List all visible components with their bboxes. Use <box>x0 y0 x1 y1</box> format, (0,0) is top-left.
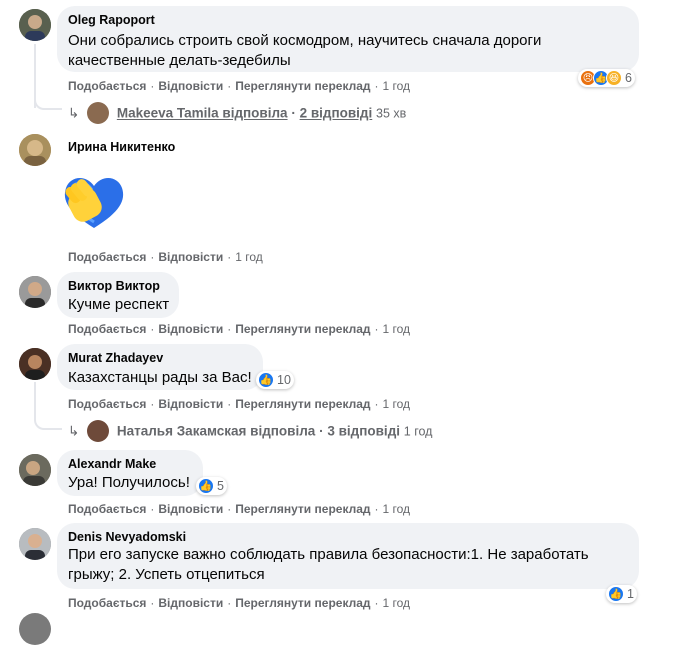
thread-line <box>34 382 36 418</box>
comment-timestamp[interactable]: 1 год <box>383 397 411 411</box>
like-link[interactable]: Подобається <box>68 322 146 336</box>
reaction-count: 5 <box>217 479 224 493</box>
translate-link[interactable]: Переглянути переклад <box>235 596 370 610</box>
reaction-count: 10 <box>277 373 291 387</box>
reply-arrow-icon: ↳ <box>68 423 80 439</box>
reply-link[interactable]: Відповісти <box>158 397 223 411</box>
avatar[interactable] <box>19 134 51 166</box>
avatar[interactable] <box>19 528 51 560</box>
comment-author[interactable]: Ирина Никитенко <box>68 140 175 154</box>
translate-link[interactable]: Переглянути переклад <box>235 322 370 336</box>
haha-reaction-icon: 😆 <box>606 70 622 86</box>
reaction-count: 6 <box>625 71 632 85</box>
like-link[interactable]: Подобається <box>68 79 146 93</box>
reply-timestamp: 1 год <box>403 424 433 439</box>
like-link[interactable]: Подобається <box>68 596 146 610</box>
reaction-count: 1 <box>627 587 634 601</box>
comment-author[interactable]: Murat Zhadayev <box>68 351 163 365</box>
reply-link[interactable]: Відповісти <box>158 322 223 336</box>
reply-author-text: Наталья Закамская відповіла <box>116 423 316 439</box>
comment-timestamp[interactable]: 1 год <box>383 596 411 610</box>
view-replies-link[interactable]: ↳ Makeeva Tamila відповіла · 2 відповіді… <box>68 102 407 125</box>
comment-actions: Подобається · Відповісти · Переглянути перек… <box>68 596 411 610</box>
reply-count: 3 відповіді <box>327 423 401 439</box>
avatar-photo <box>19 9 51 41</box>
comment-text-line: Кучме респект <box>68 296 170 313</box>
comment-text-line: грыжу; 2. Успеть отцепиться <box>68 566 265 583</box>
reply-avatar <box>87 420 110 442</box>
comment-actions: Подобається · Відповісти · Переглянути перек… <box>68 322 411 336</box>
avatar-photo <box>19 348 51 380</box>
view-replies-link[interactable]: ↳ Наталья Закамская відповіла · 3 відпов… <box>68 420 433 443</box>
comment-text-line: Ура! Получилось! <box>68 474 190 491</box>
reply-timestamp: 35 хв <box>376 106 407 121</box>
comment-actions: Подобається · Відповісти · Переглянути перек… <box>68 79 411 93</box>
reaction-summary[interactable]: 👍 5 <box>196 477 227 495</box>
comment-author[interactable]: Виктор Виктор <box>68 279 160 293</box>
reaction-summary[interactable]: 👍 10 <box>256 371 294 389</box>
comment-actions: Подобається · Відповісти · Переглянути перек… <box>68 502 411 516</box>
avatar-photo <box>19 454 51 486</box>
comment-timestamp[interactable]: 1 год <box>383 322 411 336</box>
comment-author[interactable]: Oleg Rapoport <box>68 13 155 27</box>
avatar[interactable] <box>19 613 51 645</box>
like-reaction-icon: 👍 <box>608 586 624 602</box>
thread-connector <box>34 416 62 430</box>
like-reaction-icon: 👍 <box>258 372 274 388</box>
reply-link[interactable]: Відповісти <box>158 596 223 610</box>
comment-text-line: При его запуске важно соблюдать правила … <box>68 546 589 563</box>
reaction-summary[interactable]: 👍 1 <box>606 585 637 603</box>
comment-timestamp[interactable]: 1 год <box>383 502 411 516</box>
translate-link[interactable]: Переглянути переклад <box>235 502 370 516</box>
yellow-blue-heart-hand-sticker <box>58 170 130 232</box>
comment-author[interactable]: Denis Nevyadomski <box>68 530 186 544</box>
avatar-photo <box>19 276 51 308</box>
comment-text-line: качественные делать-зедебилы <box>68 52 291 69</box>
comment-text-line: Казахстанцы рады за Вас! <box>68 369 252 386</box>
comment-author[interactable]: Alexandr Make <box>68 457 156 471</box>
reply-author-text: Makeeva Tamila відповіла <box>116 105 288 121</box>
avatar[interactable] <box>19 276 51 308</box>
avatar[interactable] <box>19 454 51 486</box>
like-reaction-icon: 👍 <box>198 478 214 494</box>
translate-link[interactable]: Переглянути переклад <box>235 79 370 93</box>
like-link[interactable]: Подобається <box>68 397 146 411</box>
reply-arrow-icon: ↳ <box>68 105 80 121</box>
comment-actions: Подобається · Відповісти · 1 год <box>68 250 263 264</box>
reaction-summary[interactable]: 😠 👍 😆 6 <box>578 69 635 87</box>
reply-link[interactable]: Відповісти <box>158 502 223 516</box>
comment-timestamp[interactable]: 1 год <box>235 250 263 264</box>
reply-count: 2 відповіді <box>299 105 373 121</box>
avatar[interactable] <box>19 9 51 41</box>
reply-link[interactable]: Відповісти <box>158 79 223 93</box>
reply-link[interactable]: Відповісти <box>158 250 223 264</box>
avatar-photo <box>19 134 51 166</box>
avatar[interactable] <box>19 348 51 380</box>
comment-text-line: Они собрались строить свой космодром, на… <box>68 32 542 49</box>
thread-connector <box>34 96 62 110</box>
comment-timestamp[interactable]: 1 год <box>383 79 411 93</box>
translate-link[interactable]: Переглянути переклад <box>235 397 370 411</box>
like-link[interactable]: Подобається <box>68 502 146 516</box>
like-link[interactable]: Подобається <box>68 250 146 264</box>
avatar-photo <box>19 528 51 560</box>
comment-actions: Подобається · Відповісти · Переглянути перек… <box>68 397 411 411</box>
reply-avatar <box>87 102 110 124</box>
